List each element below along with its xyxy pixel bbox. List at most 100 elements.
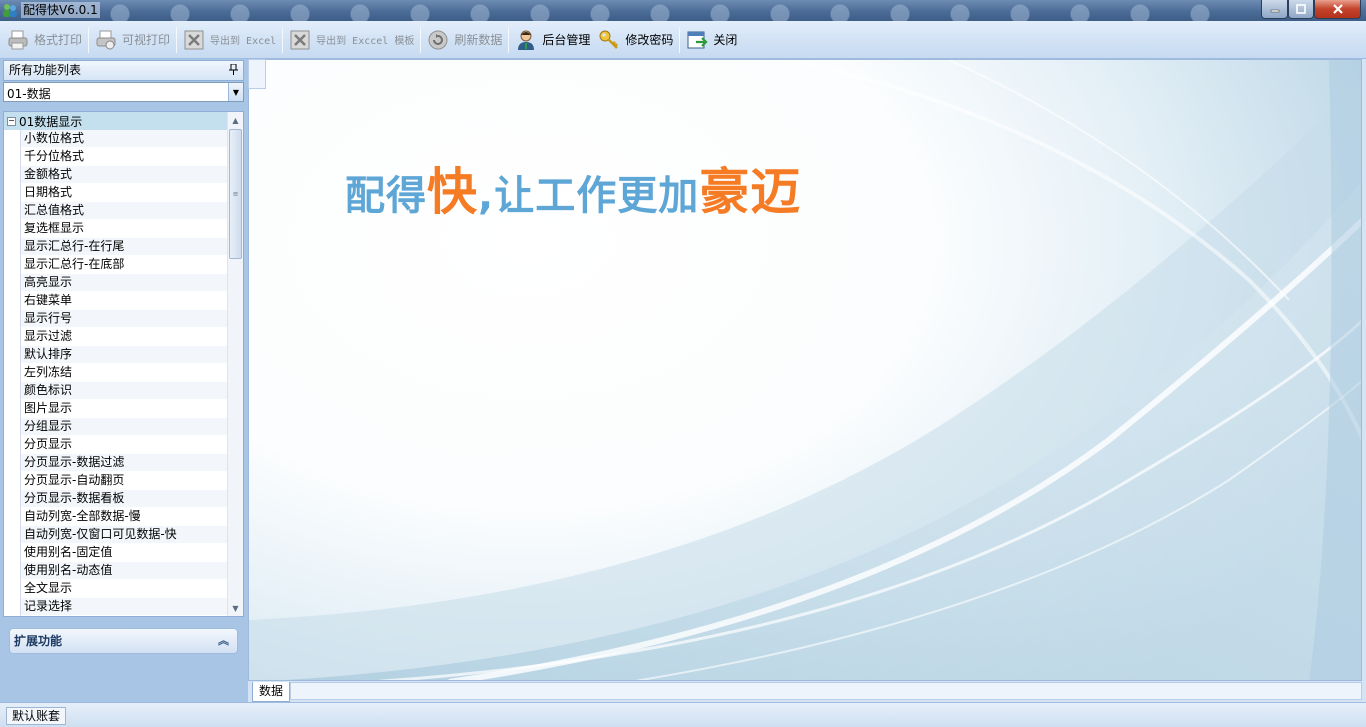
tree-item[interactable]: 复选框显示	[4, 219, 228, 238]
toolbar-separator	[679, 26, 681, 53]
tree-item[interactable]: 金额格式	[4, 165, 228, 184]
export-excel-label: 导出到 Excel	[210, 36, 277, 47]
export-excel-button[interactable]: 导出到 Excel	[179, 25, 280, 55]
format-print-label: 格式打印	[34, 33, 83, 47]
tree-item-gutter	[4, 201, 21, 220]
tree-item-gutter	[4, 417, 21, 436]
tree-item[interactable]: 日期格式	[4, 183, 228, 202]
tree-item-label: 图片显示	[24, 401, 73, 415]
slogan-part-4: 豪迈	[699, 163, 802, 221]
refresh-icon	[427, 29, 449, 51]
tree-item-label: 分页显示-数据过滤	[21, 454, 228, 471]
visual-print-button[interactable]: 可视打印	[91, 25, 174, 55]
chevron-down-icon[interactable]: ▼	[228, 83, 243, 101]
admin-button[interactable]: 后台管理	[511, 25, 594, 55]
slogan: 配得 快 ,让工作更加 豪迈	[345, 152, 801, 224]
module-select[interactable]: 01-数据 ▼	[3, 82, 244, 102]
minimize-button[interactable]	[1261, 0, 1288, 19]
toolbar-separator	[176, 26, 178, 53]
tree-item-gutter	[4, 363, 21, 382]
toolbar-separator	[508, 26, 510, 53]
tree-item-gutter	[4, 183, 21, 202]
tree-item[interactable]: 汇总值格式	[4, 201, 228, 220]
export-excel-template-button[interactable]: 导出到 Exccel 模板	[285, 25, 418, 55]
tree-items: 小数位格式 千分位格式 金额格式 日期格式 汇总值格式 复选框显示显示汇总行-在行尾 显示汇…	[4, 129, 228, 616]
double-chevron-up-icon[interactable]: ︽	[218, 629, 229, 653]
change-password-label: 修改密码	[625, 33, 674, 47]
tree-item[interactable]: 自动列宽-全部数据-慢	[4, 507, 228, 526]
refresh-data-label: 刷新数据	[454, 33, 503, 47]
app-users-icon	[2, 3, 18, 18]
panel-header: 所有功能列表	[3, 60, 244, 81]
tree-item-gutter	[4, 597, 21, 616]
tree-item[interactable]: 分页显示-自动翻页	[4, 471, 228, 490]
function-tree: − 01数据显示 小数位格式 千分位格式 金额格式 日期格式 汇总值格式 复选框显示显示汇…	[3, 111, 244, 617]
extension-functions-bar[interactable]: 扩展功能 ︽	[9, 628, 238, 654]
tree-item-label: 显示汇总行-在底部	[24, 257, 125, 271]
maximize-button[interactable]	[1288, 0, 1314, 19]
scroll-down-icon[interactable]: ▼	[228, 600, 243, 616]
tree-item-gutter	[4, 345, 21, 364]
scroll-up-icon[interactable]: ▲	[228, 112, 243, 128]
tree-item[interactable]: 显示过滤	[4, 327, 228, 346]
tree-item-gutter	[4, 291, 21, 310]
tree-item[interactable]: 分页显示-数据看板	[4, 489, 228, 508]
excel-template-icon	[289, 29, 311, 51]
tree-item[interactable]: 右键菜单	[4, 291, 228, 310]
tree-item[interactable]: 分组显示	[4, 417, 228, 436]
tab-data[interactable]: 数据	[252, 682, 291, 702]
tab-strip	[290, 682, 1362, 700]
tree-item[interactable]: 自动列宽-仅窗口可见数据-快	[4, 525, 228, 544]
tree-item-label: 默认排序	[21, 346, 228, 363]
tree-root-label: 01数据显示	[19, 114, 83, 129]
tree-item-label: 显示过滤	[24, 329, 73, 343]
change-password-button[interactable]: 修改密码	[594, 25, 677, 55]
tree-item[interactable]: 全文显示	[4, 579, 228, 598]
module-select-value: 01-数据	[7, 87, 51, 101]
tree-item[interactable]: 小数位格式	[4, 129, 228, 148]
slogan-part-3: ,让工作更加	[478, 173, 700, 219]
tree-item[interactable]: 颜色标识	[4, 381, 228, 400]
tree-item-gutter	[4, 165, 21, 184]
tree-item-label: 显示行号	[21, 310, 228, 327]
toolbar-separator	[282, 26, 284, 53]
status-bar: 默认账套	[0, 702, 1366, 727]
tree-item[interactable]: 千分位格式	[4, 147, 228, 166]
collapse-icon[interactable]: −	[7, 116, 16, 126]
close-button[interactable]	[1314, 0, 1361, 19]
tree-root-node[interactable]: − 01数据显示	[4, 112, 228, 130]
tree-item-gutter	[4, 381, 21, 400]
tree-item-label: 右键菜单	[24, 293, 73, 307]
tree-item[interactable]: 左列冻结	[4, 363, 228, 382]
pin-icon[interactable]	[229, 63, 238, 82]
tree-item-label: 自动列宽-仅窗口可见数据-快	[21, 526, 228, 543]
tree-item[interactable]: 默认排序	[4, 345, 228, 364]
scroll-thumb[interactable]: ≡	[229, 129, 242, 259]
toolbar: 格式打印 可视打印 导出到 Excel 导出到 Exccel 模板 刷新数据 后…	[0, 21, 1366, 59]
format-print-button[interactable]: 格式打印	[3, 25, 86, 55]
tree-item[interactable]: 显示行号	[4, 309, 228, 328]
tree-item[interactable]: 显示汇总行-在底部	[4, 255, 228, 274]
tree-item[interactable]: 记录选择	[4, 597, 228, 616]
tree-item-label: 自动列宽-全部数据-慢	[24, 509, 141, 523]
account-set-label[interactable]: 默认账套	[6, 707, 67, 725]
tree-scrollbar[interactable]: ▲ ≡ ▼	[227, 112, 243, 616]
tree-item[interactable]: 分页显示	[4, 435, 228, 454]
title-bar: 配得快V6.0.1	[0, 0, 1366, 21]
tree-item[interactable]: 使用别名-固定值	[4, 543, 228, 562]
tree-item[interactable]: 图片显示	[4, 399, 228, 418]
tree-item[interactable]: 分页显示-数据过滤	[4, 453, 228, 472]
tree-item-label: 分组显示	[21, 418, 228, 435]
tree-item-gutter	[4, 507, 21, 526]
tree-item-label: 分页显示	[24, 437, 73, 451]
main-content: 配得 快 ,让工作更加 豪迈 数据	[248, 59, 1366, 702]
exit-button[interactable]: 关闭	[682, 25, 741, 55]
tree-item[interactable]: 显示汇总行-在行尾	[4, 237, 228, 256]
refresh-data-button[interactable]: 刷新数据	[423, 25, 506, 55]
tree-item-gutter	[4, 147, 21, 166]
tree-item[interactable]: 使用别名-动态值	[4, 561, 228, 580]
tree-item[interactable]: 高亮显示	[4, 273, 228, 292]
tree-item-label: 复选框显示	[24, 221, 85, 235]
print-preview-icon	[95, 29, 117, 51]
extension-functions-label: 扩展功能	[14, 634, 63, 648]
